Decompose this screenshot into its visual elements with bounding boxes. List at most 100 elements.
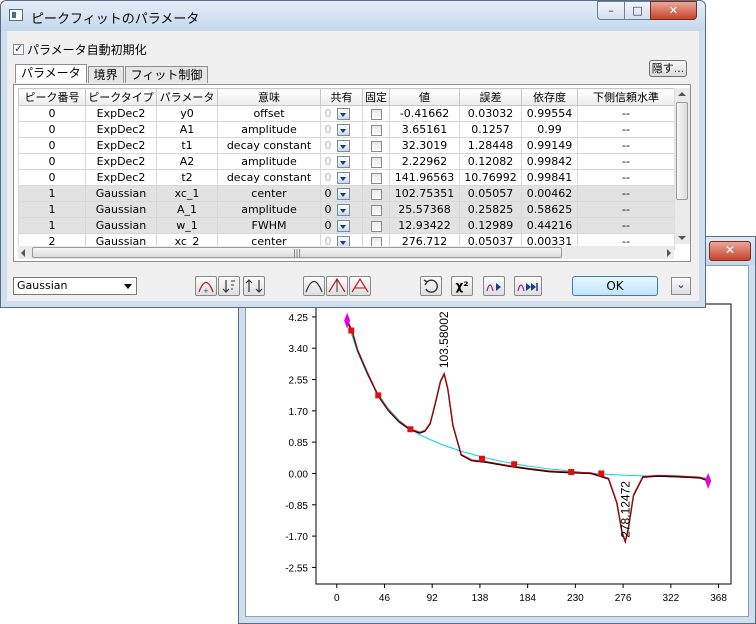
add-peak-button[interactable]: + bbox=[195, 276, 217, 296]
cell-type[interactable]: Gaussian bbox=[85, 201, 157, 218]
cell-type[interactable]: ExpDec2 bbox=[85, 105, 157, 122]
cell-param[interactable]: A2 bbox=[156, 153, 218, 170]
table-row[interactable]: 1 Gaussian A_1 amplitude 0 25.57368 0.25… bbox=[18, 201, 675, 218]
share-dropdown-icon[interactable] bbox=[337, 219, 350, 232]
cell-peak[interactable]: 1 bbox=[18, 185, 86, 202]
cell-param[interactable]: t1 bbox=[156, 137, 218, 154]
cell-peak[interactable]: 0 bbox=[18, 105, 86, 122]
cell-meaning[interactable]: decay constant bbox=[217, 137, 321, 154]
cell-meaning[interactable]: amplitude bbox=[217, 201, 321, 218]
table-vertical-scrollbar[interactable] bbox=[674, 88, 690, 244]
remove-peak-button[interactable] bbox=[349, 276, 371, 296]
scroll-down-icon[interactable] bbox=[678, 236, 686, 240]
tab-fit-control[interactable]: フィット制御 bbox=[124, 66, 209, 83]
cell-fixed[interactable] bbox=[362, 217, 390, 234]
cell-fixed[interactable] bbox=[362, 137, 390, 154]
table-row[interactable]: 1 Gaussian xc_1 center 0 102.75351 0.050… bbox=[18, 185, 675, 202]
cell-fixed[interactable] bbox=[362, 105, 390, 122]
table-row[interactable]: 0 ExpDec2 t1 decay constant 0 32.3019 1.… bbox=[18, 137, 675, 154]
cell-fixed[interactable] bbox=[362, 201, 390, 218]
cell-type[interactable]: Gaussian bbox=[85, 217, 157, 234]
cell-share[interactable]: 0 bbox=[320, 153, 363, 170]
share-dropdown-icon[interactable] bbox=[337, 107, 350, 120]
col-header-value[interactable]: 値 bbox=[389, 88, 460, 106]
cell-param[interactable]: t2 bbox=[156, 169, 218, 186]
cell-fixed[interactable] bbox=[362, 153, 390, 170]
fixed-checkbox[interactable] bbox=[370, 156, 382, 168]
ok-button[interactable]: OK bbox=[572, 276, 658, 296]
col-header-dependency[interactable]: 依存度 bbox=[521, 88, 578, 106]
cell-share[interactable]: 0 bbox=[320, 137, 363, 154]
cell-param[interactable]: w_1 bbox=[156, 217, 218, 234]
share-dropdown-icon[interactable] bbox=[337, 123, 350, 136]
table-row[interactable]: 0 ExpDec2 A2 amplitude 0 2.22962 0.12082… bbox=[18, 153, 675, 170]
cell-type[interactable]: ExpDec2 bbox=[85, 137, 157, 154]
fixed-checkbox[interactable] bbox=[370, 108, 382, 120]
share-dropdown-icon[interactable] bbox=[337, 155, 350, 168]
close-button[interactable]: ✕ bbox=[650, 1, 697, 20]
graph-area[interactable]: 4.25 3.40 2.55 1.70 0.85 0.00 -0.85 -1.70 -2.55 0… bbox=[245, 265, 749, 617]
table-horizontal-scrollbar[interactable]: ||| bbox=[18, 246, 674, 259]
cell-share[interactable]: 0 bbox=[320, 217, 363, 234]
cell-type[interactable]: ExpDec2 bbox=[85, 153, 157, 170]
horizontal-scroll-thumb[interactable]: ||| bbox=[32, 247, 562, 258]
cell-meaning[interactable]: amplitude bbox=[217, 121, 321, 138]
cell-value[interactable]: 141.96563 bbox=[389, 169, 460, 186]
cell-value[interactable]: 2.22962 bbox=[389, 153, 460, 170]
cell-value[interactable]: 12.93422 bbox=[389, 217, 460, 234]
cell-value[interactable]: 32.3019 bbox=[389, 137, 460, 154]
vertical-scroll-thumb[interactable] bbox=[676, 102, 688, 200]
table-row[interactable]: 0 ExpDec2 A1 amplitude 0 3.65161 0.1257 … bbox=[18, 121, 675, 138]
fixed-checkbox[interactable] bbox=[370, 140, 382, 152]
cell-share[interactable]: 0 bbox=[320, 201, 363, 218]
col-header-error[interactable]: 誤差 bbox=[459, 88, 522, 106]
table-row[interactable]: 0 ExpDec2 y0 offset 0 -0.41662 0.03032 0… bbox=[18, 105, 675, 122]
table-row[interactable]: 1 Gaussian w_1 FWHM 0 12.93422 0.12989 0… bbox=[18, 217, 675, 234]
col-header-peak[interactable]: ピーク番号 bbox=[18, 88, 86, 106]
share-dropdown-icon[interactable] bbox=[337, 139, 350, 152]
cell-param[interactable]: A1 bbox=[156, 121, 218, 138]
tab-bounds[interactable]: 境界 bbox=[87, 66, 124, 83]
cell-value[interactable]: 3.65161 bbox=[389, 121, 460, 138]
fixed-checkbox[interactable] bbox=[370, 172, 382, 184]
fit-until-converge-button[interactable] bbox=[514, 276, 542, 296]
cell-param[interactable]: xc_1 bbox=[156, 185, 218, 202]
fixed-checkbox[interactable] bbox=[370, 124, 382, 136]
cell-value[interactable]: -0.41662 bbox=[389, 105, 460, 122]
share-dropdown-icon[interactable] bbox=[337, 171, 350, 184]
fixed-checkbox[interactable] bbox=[370, 188, 382, 200]
cell-share[interactable]: 0 bbox=[320, 121, 363, 138]
peak-type-select[interactable]: Gaussian bbox=[13, 277, 137, 295]
cell-share[interactable]: 0 bbox=[320, 185, 363, 202]
iterate-button[interactable] bbox=[483, 276, 505, 296]
cell-type[interactable]: ExpDec2 bbox=[85, 169, 157, 186]
cell-peak[interactable]: 0 bbox=[18, 137, 86, 154]
minimize-button[interactable]: – bbox=[597, 1, 625, 20]
col-header-param[interactable]: パラメータ bbox=[156, 88, 218, 106]
scroll-right-icon[interactable] bbox=[667, 249, 671, 257]
cell-fixed[interactable] bbox=[362, 121, 390, 138]
cell-meaning[interactable]: amplitude bbox=[217, 153, 321, 170]
cell-fixed[interactable] bbox=[362, 169, 390, 186]
col-header-type[interactable]: ピークタイプ bbox=[85, 88, 157, 106]
graph-close-button[interactable]: ✕ bbox=[709, 241, 751, 261]
cell-param[interactable]: y0 bbox=[156, 105, 218, 122]
cell-peak[interactable]: 0 bbox=[18, 121, 86, 138]
cell-meaning[interactable]: FWHM bbox=[217, 217, 321, 234]
auto-init-checkbox[interactable] bbox=[13, 42, 24, 55]
col-header-lcl[interactable]: 下側信頼水準 bbox=[577, 88, 675, 106]
share-dropdown-icon[interactable] bbox=[337, 203, 350, 216]
cell-value[interactable]: 25.57368 bbox=[389, 201, 460, 218]
cell-share[interactable]: 0 bbox=[320, 105, 363, 122]
cell-peak[interactable]: 1 bbox=[18, 217, 86, 234]
fixed-checkbox[interactable] bbox=[370, 204, 382, 216]
cell-fixed[interactable] bbox=[362, 185, 390, 202]
cell-type[interactable]: ExpDec2 bbox=[85, 121, 157, 138]
fixed-checkbox[interactable] bbox=[370, 220, 382, 232]
share-dropdown-icon[interactable] bbox=[337, 187, 350, 200]
cell-peak[interactable]: 0 bbox=[18, 169, 86, 186]
cell-meaning[interactable]: decay constant bbox=[217, 169, 321, 186]
curve-button[interactable] bbox=[303, 276, 325, 296]
cell-share[interactable]: 0 bbox=[320, 169, 363, 186]
col-header-meaning[interactable]: 意味 bbox=[217, 88, 321, 106]
